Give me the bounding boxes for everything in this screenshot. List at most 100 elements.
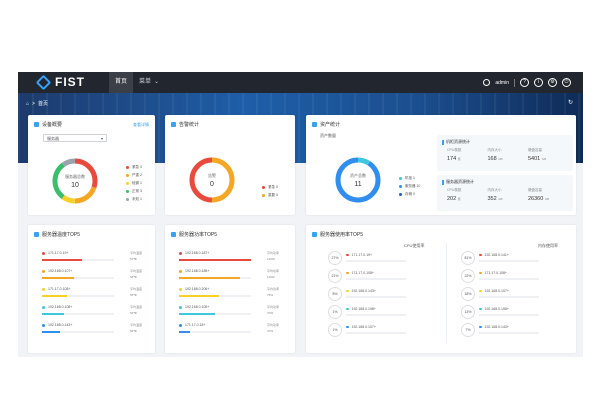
rank-ip: 171.17.0.108+ [48, 287, 71, 291]
info-icon[interactable]: i [534, 78, 543, 87]
rank-dot [42, 306, 45, 309]
usage-ip: 171.17.0.108+ [346, 271, 374, 275]
home-icon[interactable]: ⌂ [26, 101, 29, 107]
usage-ring: 81% [461, 251, 475, 265]
legend-dot [126, 173, 129, 177]
donut-value: 10 [71, 182, 79, 189]
rank-bar-track [42, 277, 114, 279]
usage-track [346, 260, 406, 262]
meta-value: 70W [267, 311, 274, 315]
usage-ip-text: 192.168.0.143+ [351, 289, 376, 293]
meta-label: 平均温度 [130, 269, 143, 273]
legend-item: 重要 0 [262, 191, 278, 199]
rank-dot [42, 252, 45, 255]
usage-ip-text: 192.168.0.141+ [484, 253, 509, 257]
device-type-select[interactable]: 服务器 ▾ [43, 134, 107, 142]
usage-ip-text: 192.168.0.107+ [484, 289, 509, 293]
rank-bar-fill [179, 277, 241, 279]
legend-item: 严重 2 [126, 171, 142, 179]
nav-item-menu[interactable]: 菜单 ⌄ [133, 72, 165, 93]
settings-icon[interactable]: ⚙ [548, 78, 557, 87]
stat-value-line: 5401 GB [528, 156, 568, 162]
stat-title: 机柜资源统计 [442, 139, 470, 145]
rank-bar-track [42, 331, 114, 333]
rank-dot [179, 270, 182, 273]
nav-item-label: 首页 [115, 79, 128, 85]
usage-ip-text: 192.168.0.198+ [484, 307, 509, 311]
usage-row: 1% 192.168.0.198+ [328, 305, 448, 325]
app-logo[interactable]: FIST [35, 74, 85, 90]
stat-value-line: 168 GB [488, 156, 528, 162]
meta-label: 平均温度 [130, 323, 143, 327]
nav-item-home[interactable]: 首页 [109, 72, 134, 93]
card-title-text: 资产统计 [320, 122, 341, 128]
rank-bar-fill [179, 295, 219, 297]
chevron-down-icon: ⌄ [154, 79, 160, 85]
logo-text: FIST [55, 75, 85, 89]
rank-row: 192.168.0.187+ 平均功率 120W [179, 251, 279, 269]
rank-row: 192.168.0.108+ 平均温度 54℃ [42, 305, 142, 323]
stat-col: 硬盘容量 5401 GB [528, 148, 568, 162]
rank-meta: 平均温度 56℃ [130, 269, 150, 279]
stat-label: 硬盘容量 [528, 188, 542, 192]
usage-ring: 18% [461, 287, 475, 301]
username[interactable]: admin [495, 80, 509, 86]
rank-dot [42, 270, 45, 273]
rank-bar-track [179, 259, 251, 261]
donut-center: 服务器总数 10 [50, 174, 100, 189]
temperature-top5-card: 服务器温度TOP5 171.17.0.19+ 平均温度 57℃ 192.168.0.… [28, 225, 155, 353]
usage-ring: 22% [461, 269, 475, 283]
help-icon[interactable]: ? [520, 78, 529, 87]
donut-label: 服务器总数 [65, 174, 85, 179]
alert-legend: 紧急 0 重要 0 [262, 183, 278, 199]
usage-track [479, 278, 539, 280]
rank-dot [179, 306, 182, 309]
donut-value: 11 [354, 181, 362, 188]
rank-bar-track [42, 295, 114, 297]
stat-value-line: 352 GB [488, 196, 528, 202]
rank-bar-fill [42, 277, 75, 279]
donut-value: 0 [210, 181, 214, 188]
usage-ring: 1% [328, 323, 342, 337]
rank-bar-fill [42, 313, 64, 315]
rank-meta: 平均功率 120W [267, 251, 287, 261]
logout-icon[interactable]: ⏻ [562, 78, 571, 87]
usage-row: 13% 192.168.0.198+ [461, 305, 581, 325]
card-title: 资产统计 [312, 121, 340, 128]
asset-stats-card: 资产统计 资产数量 资产总数 11 机柜 1 服务器 10 存储 0 机柜资源统… [306, 115, 576, 215]
stat-title-text: 服务器资源统计 [446, 179, 474, 184]
card-title-text: 服务器温度TOP5 [42, 232, 80, 238]
legend-item: 机柜 1 [399, 174, 420, 182]
usage-dot [346, 253, 349, 257]
rank-meta: 平均温度 53℃ [130, 323, 150, 333]
usage-track [346, 332, 406, 334]
usage-ip: 171.17.0.19+ [346, 253, 372, 257]
stat-unit: GB [498, 157, 503, 161]
rank-bar-track [42, 313, 114, 315]
usage-ip-text: 171.17.0.108+ [351, 271, 374, 275]
breadcrumb: ⌂ > 首页 [26, 100, 48, 108]
meta-value: 54℃ [130, 311, 137, 315]
stat-title-text: 机柜资源统计 [446, 139, 470, 144]
refresh-icon[interactable]: ↻ [568, 99, 573, 106]
usage-ring: 21% [328, 269, 342, 283]
rank-dot [42, 288, 45, 291]
card-title-text: 服务器使用率TOP5 [320, 232, 363, 238]
top-nav-bar: FIST 首页 菜单 ⌄ admin ? i ⚙ ⏻ [18, 72, 583, 93]
legend-label: 轻微 1 [132, 180, 142, 185]
stat-value-line: 202 核 [447, 196, 487, 202]
legend-dot [262, 185, 265, 189]
usage-track [346, 296, 406, 298]
usage-row: 18% 192.168.0.107+ [461, 287, 581, 307]
rank-row: 171.17.0.19+ 平均温度 57℃ [42, 251, 142, 269]
temperature-icon [34, 232, 39, 237]
legend-label: 存储 0 [405, 191, 415, 196]
logo-icon [35, 74, 52, 90]
rank-row: 192.168.0.185+ 平均功率 110W [179, 269, 279, 287]
user-toolbar: admin ? i ⚙ ⏻ [483, 72, 571, 93]
stat-marker [442, 139, 444, 145]
meta-value: 47W [267, 329, 274, 333]
view-details-link[interactable]: 查看详情 [133, 122, 149, 128]
usage-ip-text: 171.17.0.108+ [484, 271, 507, 275]
stat-value: 168 [487, 156, 497, 162]
